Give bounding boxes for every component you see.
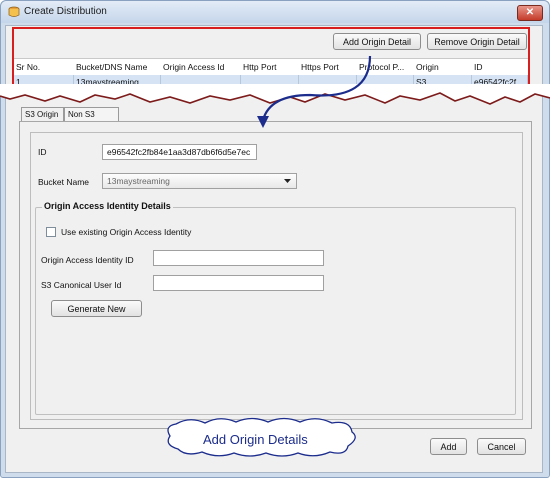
- title-bar[interactable]: Create Distribution ✕: [1, 1, 549, 23]
- close-button[interactable]: ✕: [517, 5, 543, 21]
- app-icon: [8, 6, 20, 17]
- bucket-name-value: 13maystreaming: [107, 176, 170, 186]
- form-area: ID e96542fc2fb84e1aa3d87db6f6d5e7ec Buck…: [30, 132, 523, 420]
- tab-non-s3-origin[interactable]: Non S3 Origin: [64, 107, 119, 133]
- tab-s3-origin[interactable]: S3 Origin: [21, 107, 64, 121]
- use-existing-oai-checkbox[interactable]: [46, 227, 56, 237]
- oai-details-group: Origin Access Identity Details Use exist…: [35, 201, 516, 415]
- bucket-name-label: Bucket Name: [38, 177, 90, 187]
- curved-arrow: [257, 55, 372, 128]
- window-title: Create Distribution: [24, 6, 107, 17]
- oai-id-field[interactable]: [153, 250, 324, 266]
- canonical-user-id-label: S3 Canonical User Id: [41, 280, 122, 290]
- chevron-down-icon: [284, 179, 291, 183]
- callout-text: Add Origin Details: [203, 432, 308, 447]
- cancel-button[interactable]: Cancel: [477, 438, 526, 455]
- oai-group-title: Origin Access Identity Details: [42, 201, 173, 211]
- oai-id-label: Origin Access Identity ID: [41, 255, 134, 265]
- tab-panel: ID e96542fc2fb84e1aa3d87db6f6d5e7ec Buck…: [19, 121, 532, 429]
- use-existing-oai-label: Use existing Origin Access Identity: [61, 227, 192, 237]
- id-label: ID: [38, 147, 47, 157]
- close-icon: ✕: [525, 7, 535, 18]
- generate-new-button[interactable]: Generate New: [51, 300, 142, 317]
- canonical-user-id-field[interactable]: [153, 275, 324, 291]
- add-button[interactable]: Add: [430, 438, 467, 455]
- bucket-name-select[interactable]: 13maystreaming: [102, 173, 297, 189]
- id-field[interactable]: e96542fc2fb84e1aa3d87db6f6d5e7ec: [102, 144, 257, 160]
